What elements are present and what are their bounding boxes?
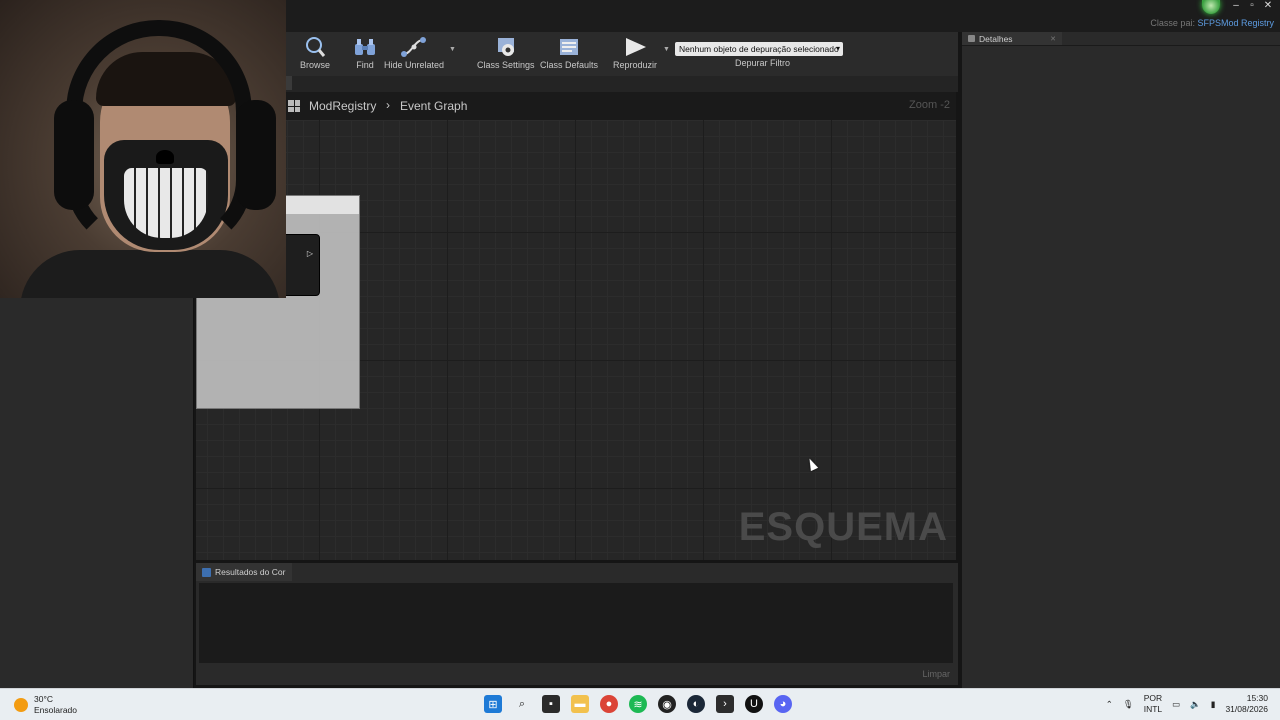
taskbar: 30°C Ensolarado ⊞ ⌕ ▪ ▬ ● ≋ ◉ ◐ › U ◕ ⌃ …	[0, 688, 1280, 720]
close-icon[interactable]: ✕	[1262, 0, 1274, 14]
play-options-dropdown-icon[interactable]: ▼	[663, 46, 670, 53]
hide-unrelated-label: Hide Unrelated	[384, 60, 445, 70]
find-icon	[352, 34, 378, 60]
unreal-engine-icon[interactable]: U	[745, 695, 763, 713]
headset-earcup-right	[236, 100, 276, 210]
mouse-cursor-icon	[805, 456, 819, 472]
close-tab-icon[interactable]: ✕	[1050, 35, 1056, 43]
file-explorer-icon[interactable]: ▬	[571, 695, 589, 713]
github-icon[interactable]: ◉	[658, 695, 676, 713]
clock-date: 31/08/2026	[1225, 704, 1268, 714]
task-view-icon[interactable]: ▪	[542, 695, 560, 713]
hide-unrelated-icon	[401, 34, 427, 60]
play-button[interactable]: Reproduzir	[613, 34, 657, 70]
hide-unrelated-dropdown-icon[interactable]: ▼	[449, 46, 456, 53]
details-panel: Detalhes ✕	[962, 32, 1280, 688]
minimize-icon[interactable]: –	[1230, 0, 1242, 14]
browse-label: Browse	[300, 60, 331, 70]
clock[interactable]: 15:30 31/08/2026	[1225, 693, 1268, 715]
spotify-icon[interactable]: ≋	[629, 695, 647, 713]
play-label: Reproduzir	[613, 60, 658, 70]
chevron-up-icon[interactable]: ⌃	[1106, 699, 1113, 710]
taskbar-apps: ⊞ ⌕ ▪ ▬ ● ≋ ◉ ◐ › U ◕	[484, 695, 792, 713]
browse-icon	[302, 34, 328, 60]
exec-pin-icon[interactable]: ▷	[307, 249, 313, 258]
language-bottom: INTL	[1143, 704, 1163, 714]
breadcrumb-blueprint[interactable]: ModRegistry	[309, 99, 376, 113]
terminal-icon[interactable]: ›	[716, 695, 734, 713]
parent-class-link[interactable]: SFPSMod Registry	[1197, 18, 1274, 28]
parent-class-prefix: Classe pai:	[1150, 18, 1195, 28]
weather-widget[interactable]: 30°C Ensolarado	[14, 694, 77, 716]
browse-button[interactable]: Browse	[300, 34, 330, 70]
sun-icon	[14, 698, 28, 712]
breadcrumb-separator-icon: ›	[386, 98, 390, 112]
headset-earcup-left	[54, 100, 94, 210]
discord-icon[interactable]: ◕	[774, 695, 792, 713]
windows-start-icon[interactable]: ⊞	[484, 695, 502, 713]
webcam-overlay	[0, 0, 286, 298]
class-settings-button[interactable]: Class Settings	[477, 34, 535, 70]
graph-header: ModRegistry › Event Graph Zoom -2	[196, 92, 956, 120]
class-defaults-icon	[556, 34, 582, 60]
search-icon[interactable]: ⌕	[513, 695, 531, 713]
compiler-results-log[interactable]	[199, 583, 953, 663]
zoom-level: Zoom -2	[909, 99, 950, 111]
graph-tab-bar	[194, 76, 958, 92]
window-controls: – ▫ ✕	[1230, 0, 1274, 14]
find-label: Find	[356, 60, 374, 70]
network-icon[interactable]: ▭	[1172, 699, 1180, 710]
weather-temp: 30°C	[34, 694, 53, 704]
language-top: POR	[1143, 693, 1163, 703]
play-icon	[622, 34, 648, 60]
compiler-results-panel: Resultados do Cor Limpar	[196, 563, 958, 685]
language-indicator[interactable]: POR INTL	[1144, 693, 1162, 715]
compiler-results-label: Resultados do Cor	[215, 567, 286, 577]
class-defaults-button[interactable]: Class Defaults	[540, 34, 598, 70]
steam-icon[interactable]: ◐	[687, 695, 705, 713]
gear-icon	[493, 34, 519, 60]
clock-time: 15:30	[1246, 693, 1268, 703]
graph-icon	[288, 100, 300, 112]
weather-desc: Ensolarado	[34, 705, 78, 715]
unreal-status-icon[interactable]	[1202, 0, 1220, 14]
graph-watermark: ESQUEMA	[738, 505, 948, 549]
event-graph-canvas[interactable]: ModRegistry › Event Graph Zoom -2 ▷ ESQU…	[196, 92, 956, 560]
breadcrumb-graph[interactable]: Event Graph	[400, 99, 467, 113]
debug-object-select[interactable]: Nenhum objeto de depuração selecionado	[675, 42, 843, 56]
compiler-results-icon	[202, 567, 211, 577]
details-label: Detalhes	[979, 33, 1013, 44]
volume-icon[interactable]: 🔈	[1190, 699, 1201, 710]
compiler-results-tab[interactable]: Resultados do Cor	[196, 563, 292, 581]
class-settings-label: Class Settings	[477, 60, 535, 70]
find-button[interactable]: Find	[352, 34, 378, 70]
battery-icon[interactable]: ▮	[1211, 699, 1216, 710]
debug-filter-label: Depurar Filtro	[735, 58, 791, 68]
details-divider	[962, 45, 1280, 46]
details-tab[interactable]: Detalhes ✕	[962, 32, 1062, 45]
microphone-icon[interactable]: 🎙	[1123, 699, 1134, 710]
parent-class-label: Classe pai: SFPSMod Registry	[1150, 18, 1274, 28]
maximize-icon[interactable]: ▫	[1246, 0, 1258, 14]
chrome-icon[interactable]: ●	[600, 695, 618, 713]
blueprint-toolbar: Browse Find Hide Unrelated ▼ Class Setti…	[194, 32, 958, 76]
class-defaults-label: Class Defaults	[540, 60, 599, 70]
clear-button[interactable]: Limpar	[922, 669, 950, 679]
hide-unrelated-button[interactable]: Hide Unrelated	[384, 34, 444, 70]
system-tray: ⌃ 🎙 POR INTL ▭ 🔈 ▮ 15:30 31/08/2026	[1106, 693, 1268, 715]
screen: – ▫ ✕ Classe pai: SFPSMod Registry Brows…	[0, 0, 1280, 720]
details-icon	[968, 35, 975, 42]
person-shoulders	[20, 250, 280, 298]
